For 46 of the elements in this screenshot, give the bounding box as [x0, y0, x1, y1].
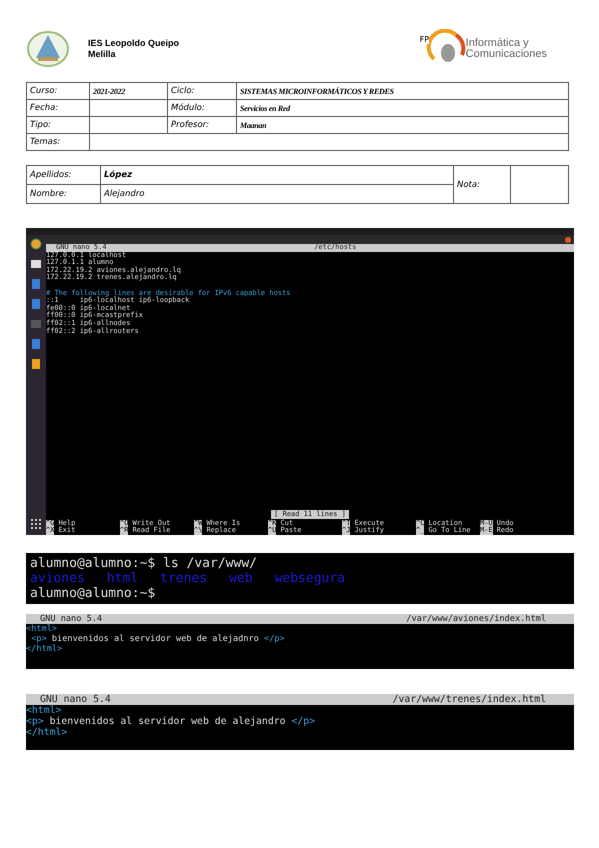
terminal-line: alumno@alumno:~$ ls /var/www/ — [30, 556, 258, 571]
apps-grid-icon[interactable] — [30, 518, 42, 530]
table-cell: Maanan — [236, 116, 568, 134]
close-icon[interactable] — [565, 236, 571, 242]
code-text: bienvenidos al servidor web de alejandro — [48, 716, 287, 727]
html-tag: </html> — [26, 727, 68, 738]
logo-text: Comunicaciones — [466, 49, 547, 60]
html-tag: <p> — [26, 634, 47, 644]
field-label: Ciclo: — [168, 82, 236, 100]
field-label: Profesor: — [168, 116, 236, 134]
browser-icon[interactable] — [30, 238, 42, 250]
html-tag: </p> — [264, 634, 285, 644]
editor-version: GNU nano 5.4 — [40, 694, 111, 705]
table-cell: SISTEMAS MICROINFORMÁTICOS Y REDES — [236, 82, 568, 100]
directory-name: web — [229, 571, 253, 586]
directory-name: html — [106, 571, 138, 586]
html-tag: <html> — [26, 705, 62, 716]
html-tag: </p> — [291, 716, 316, 727]
school-logo — [26, 30, 70, 68]
html-tag: </html> — [26, 644, 62, 654]
directory-name: trenes — [160, 571, 208, 586]
html-tag: <p> — [26, 716, 44, 727]
school-city: Melilla — [88, 49, 117, 60]
field-label: Módulo: — [168, 100, 236, 116]
terminal-line: alumno@alumno:~$ — [30, 586, 156, 601]
school-name: IES Leopoldo Queipo — [88, 38, 179, 49]
code-text: bienvenidos al servidor web de alejadnro — [50, 634, 260, 644]
directory-name: aviones — [30, 571, 85, 586]
field-label: Nota: — [454, 166, 510, 204]
table-cell: López — [100, 166, 454, 184]
logo-text: Informática y — [466, 38, 530, 49]
fp-label: FP — [420, 35, 430, 44]
table-cell: Servicios en Red — [236, 100, 568, 116]
field-label: Tipo: — [26, 116, 90, 134]
field-label: Fecha: — [26, 100, 90, 116]
folder-icon[interactable] — [30, 258, 42, 270]
table-cell: 2021-2022 — [90, 82, 168, 100]
html-tag: <html> — [26, 624, 58, 634]
field-label: Temas: — [26, 134, 90, 150]
file-path: /var/www/trenes/index.html — [392, 694, 546, 705]
field-label: Apellidos: — [26, 166, 100, 184]
field-label: Curso: — [26, 82, 90, 100]
editor-version: GNU nano 5.4 — [40, 614, 102, 624]
directory-name: websegura — [274, 571, 346, 586]
file-path: /var/www/aviones/index.html — [406, 614, 546, 624]
field-label: Nombre: — [26, 184, 100, 204]
